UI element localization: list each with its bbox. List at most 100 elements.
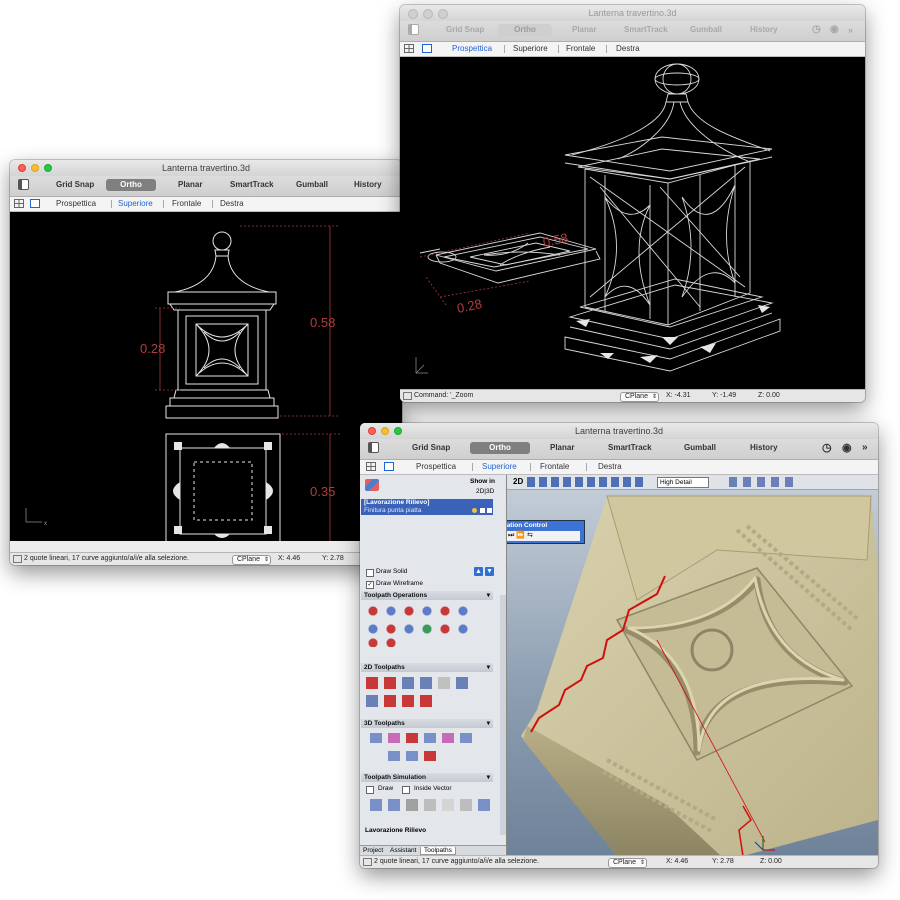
smarttrack-button[interactable]: SmartTrack — [230, 179, 274, 191]
cplane-dropdown[interactable]: CPlane — [232, 554, 271, 565]
grid-snap-button[interactable]: Grid Snap — [412, 442, 450, 454]
sidebar-toggle-icon[interactable] — [368, 442, 379, 453]
gumball-button[interactable]: Gumball — [690, 24, 722, 36]
tab-project[interactable]: Project — [363, 847, 383, 854]
planar-button[interactable]: Planar — [572, 24, 596, 36]
sim-inside-checkbox[interactable] — [402, 786, 410, 794]
sidebar-toggle-icon[interactable] — [408, 24, 419, 35]
tab-destra[interactable]: Destra — [220, 199, 244, 209]
smarttrack-button[interactable]: SmartTrack — [624, 24, 668, 36]
sim-draw-checkbox[interactable] — [366, 786, 374, 794]
cplane-dropdown[interactable]: CPlane — [620, 391, 659, 402]
minimize-icon[interactable] — [381, 427, 389, 435]
sim-end-icon[interactable]: ⏩ — [516, 532, 527, 539]
section-toolpath-simulation[interactable]: Toolpath Simulation — [361, 773, 493, 782]
cam-3d-viewport[interactable]: Simulation Control ■⏸▶⏭⏩⇆ — [507, 490, 878, 856]
tab-frontale[interactable]: Frontale — [566, 44, 595, 54]
planar-button[interactable]: Planar — [550, 442, 574, 454]
planar-button[interactable]: Planar — [178, 179, 202, 191]
front-window-title: Lanterna travertino.3d — [574, 426, 664, 436]
move-down-icon[interactable]: ▼ — [485, 567, 494, 576]
ortho-button[interactable]: Ortho — [106, 179, 156, 191]
clock-icon[interactable]: ◷ — [822, 442, 832, 454]
tab-prospettica[interactable]: Prospettica — [416, 462, 456, 472]
smarttrack-button[interactable]: SmartTrack — [608, 442, 652, 454]
dimension-label-width: 0.28 — [456, 296, 484, 316]
single-viewport-icon[interactable] — [30, 199, 40, 208]
command-line[interactable]: Command: '_Zoom — [414, 391, 473, 401]
tab-superiore[interactable]: Superiore — [482, 462, 517, 472]
tab-destra[interactable]: Destra — [598, 462, 622, 472]
zoom-icon[interactable] — [44, 164, 52, 172]
record-icon[interactable]: ◉ — [830, 24, 839, 36]
tab-superiore[interactable]: Superiore — [118, 199, 153, 209]
close-icon[interactable] — [368, 427, 376, 435]
grid-snap-button[interactable]: Grid Snap — [56, 179, 94, 191]
history-button[interactable]: History — [354, 179, 382, 191]
more-chevron-icon[interactable]: » — [862, 442, 868, 454]
draw-solid-checkbox[interactable] — [366, 569, 374, 577]
clock-icon[interactable]: ◷ — [812, 24, 821, 36]
section-2d-toolpaths[interactable]: 2D Toolpaths — [361, 663, 493, 672]
single-viewport-icon[interactable] — [422, 44, 432, 53]
minimize-icon[interactable] — [31, 164, 39, 172]
viewport-layout-icon[interactable] — [14, 199, 24, 208]
history-button[interactable]: History — [750, 442, 778, 454]
gumball-button[interactable]: Gumball — [296, 179, 328, 191]
ortho-button[interactable]: Ortho — [470, 442, 530, 454]
sidebar-toggle-icon[interactable] — [18, 179, 29, 190]
view-mode-2d[interactable]: 2D — [513, 477, 523, 486]
top-view-viewport[interactable]: 0.58 0.28 0.35 x — [10, 212, 402, 541]
tab-prospettica[interactable]: Prospettica — [56, 199, 96, 209]
section-3d-toolpaths[interactable]: 3D Toolpaths — [361, 719, 493, 728]
more-chevron-icon[interactable]: » — [848, 24, 853, 36]
zoom-icon[interactable] — [394, 427, 402, 435]
toolpath-simulation-icons[interactable] — [366, 797, 490, 813]
close-icon[interactable] — [18, 164, 26, 172]
single-viewport-icon[interactable] — [384, 462, 394, 471]
toolpath-operations-icons[interactable] — [366, 603, 490, 647]
cplane-dropdown[interactable]: CPlane — [608, 857, 647, 868]
view-tool-icons[interactable] — [527, 477, 643, 487]
tab-frontale[interactable]: Frontale — [172, 199, 201, 209]
draw-wireframe-checkbox[interactable]: ✓ — [366, 581, 374, 589]
tab-assistant[interactable]: Assistant — [390, 847, 416, 854]
3d-toolpaths-icons[interactable] — [366, 731, 490, 765]
tab-prospettica[interactable]: Prospettica — [452, 44, 492, 54]
z-coordinate: Z: 0.00 — [760, 858, 782, 865]
panel-scrollbar[interactable] — [500, 595, 506, 835]
minimize-icon[interactable] — [423, 9, 433, 19]
gumball-button[interactable]: Gumball — [684, 442, 716, 454]
viewport-layout-icon[interactable] — [366, 462, 376, 471]
section-toolpath-operations[interactable]: Toolpath Operations — [361, 591, 493, 600]
tab-toolpaths[interactable]: Toolpaths — [420, 847, 456, 855]
sim-rewind-icon[interactable]: ⇆ — [527, 532, 535, 539]
zoom-icon[interactable] — [438, 9, 448, 19]
toolpath-selected[interactable]: [Lavorazione Rilievo] — [361, 499, 493, 507]
layers-icon[interactable] — [365, 479, 379, 491]
left-titlebar: Lanterna travertino.3d — [10, 160, 402, 176]
history-button[interactable]: History — [750, 24, 778, 36]
detail-dropdown[interactable]: High Detail — [657, 477, 709, 488]
top-status-bar: Command: '_Zoom CPlane X: -4.31 Y: -1.49… — [400, 389, 865, 402]
move-up-icon[interactable]: ▲ — [474, 567, 483, 576]
panel-footer-title: Lavorazione Rilievo — [365, 827, 427, 834]
sim-inside-label: Inside Vector — [414, 785, 452, 792]
tab-destra[interactable]: Destra — [616, 44, 640, 54]
show-in-label: Show in — [470, 478, 495, 485]
cam-panel: Show in 2D|3D [Lavorazione Rilievo] Fini… — [360, 475, 507, 856]
status-message: 2 quote lineari, 17 curve aggiunto/a/i/e… — [24, 555, 189, 562]
display-icons[interactable] — [729, 477, 799, 487]
record-icon[interactable]: ◉ — [842, 442, 852, 454]
viewport-layout-icon[interactable] — [404, 44, 414, 53]
close-icon[interactable] — [408, 9, 418, 19]
mode-2d3d-label[interactable]: 2D|3D — [476, 488, 494, 495]
tab-frontale[interactable]: Frontale — [540, 462, 569, 472]
perspective-viewport[interactable]: 0.58 0.28 — [400, 57, 865, 390]
toolpath-list[interactable]: [Lavorazione Rilievo] Finitura punta pia… — [361, 499, 493, 515]
tab-superiore[interactable]: Superiore — [513, 44, 548, 54]
grid-snap-button[interactable]: Grid Snap — [446, 24, 484, 36]
ortho-button[interactable]: Ortho — [498, 24, 552, 36]
2d-toolpaths-icons[interactable] — [366, 675, 490, 713]
top-toolbar: Grid Snap Ortho Planar SmartTrack Gumbal… — [400, 21, 865, 42]
